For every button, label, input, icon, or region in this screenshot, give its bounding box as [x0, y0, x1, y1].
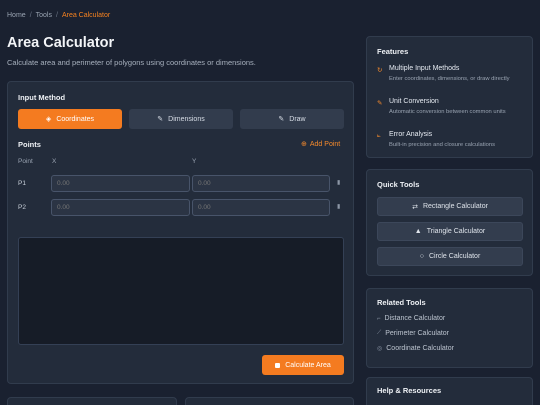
- related-tool-link[interactable]: ◎ Coordinate Calculator: [377, 345, 454, 352]
- circle-icon: ○: [419, 253, 424, 260]
- column-header-y: Y: [192, 158, 197, 165]
- calculate-label: Calculate Area: [285, 361, 331, 369]
- related-tool-link[interactable]: ⌐ Distance Calculator: [377, 315, 445, 322]
- swap-icon: ⇄: [412, 203, 418, 211]
- quick-tool-label: Rectangle Calculator: [422, 203, 488, 210]
- breadcrumb-home[interactable]: Home: [7, 12, 26, 19]
- quick-tool-label: Triangle Calculator: [426, 228, 486, 235]
- feature-title: Multiple Input Methods: [389, 65, 460, 72]
- plus-icon: ⊕: [301, 141, 307, 148]
- feature-desc: Enter coordinates, dimensions, or draw d…: [389, 76, 510, 82]
- features-title: Features: [377, 47, 409, 56]
- add-point-label: Add Point: [309, 140, 341, 148]
- distance-icon: ⌐: [377, 315, 381, 322]
- trash-icon[interactable]: ▮: [337, 203, 340, 210]
- help-resources-card: Help & Resources: [366, 377, 533, 405]
- related-tools-title: Related Tools: [377, 298, 426, 307]
- method-label: Coordinates: [56, 115, 95, 123]
- point-label: P2: [18, 204, 26, 211]
- p2-x-input[interactable]: [51, 199, 190, 216]
- related-tool-label: Coordinate Calculator: [386, 345, 454, 352]
- breadcrumb-tools[interactable]: Tools: [36, 12, 52, 19]
- column-header-point: Point: [18, 158, 33, 165]
- pencil-icon: ✎: [377, 100, 383, 107]
- chart-icon: ⟀: [377, 132, 381, 139]
- polygon-canvas[interactable]: [18, 237, 344, 345]
- breadcrumb-current: Area Calculator: [61, 12, 111, 19]
- p1-y-input[interactable]: [192, 175, 330, 192]
- points-title: Points: [18, 140, 41, 149]
- related-tools-card: Related Tools ⌐ Distance Calculator ⟋ Pe…: [366, 288, 533, 368]
- feature-desc: Automatic conversion between common unit…: [389, 109, 506, 115]
- help-title: Help & Resources: [377, 386, 442, 395]
- feature-desc: Built-in precision and closure calculati…: [389, 142, 496, 148]
- breadcrumb-separator: /: [29, 12, 32, 19]
- p2-y-input[interactable]: [192, 199, 330, 216]
- related-tool-label: Distance Calculator: [384, 315, 446, 322]
- method-draw-button[interactable]: ✎ Draw: [240, 109, 344, 129]
- calculator-icon: [275, 362, 281, 368]
- page-title: Area Calculator: [7, 35, 115, 51]
- circle-calculator-button[interactable]: ○ Circle Calculator: [377, 247, 523, 266]
- triangle-icon: ▲: [414, 228, 422, 235]
- quick-tools-card: Quick Tools ⇄ Rectangle Calculator ▲ Tri…: [366, 169, 533, 276]
- rectangle-calculator-button[interactable]: ⇄ Rectangle Calculator: [377, 197, 523, 216]
- related-tool-link[interactable]: ⟋ Perimeter Calculator: [377, 330, 449, 337]
- quick-tools-title: Quick Tools: [377, 180, 420, 189]
- ruler-icon: ✎: [157, 116, 164, 123]
- point-label: P1: [18, 180, 26, 187]
- breadcrumb-separator: /: [55, 12, 58, 19]
- calculate-area-button[interactable]: Calculate Area: [262, 355, 344, 375]
- column-header-x: X: [52, 158, 57, 165]
- results-card: [7, 397, 177, 405]
- target-icon: ◎: [377, 346, 383, 352]
- features-card: Features ↻ Multiple Input Methods Enter …: [366, 36, 533, 158]
- add-point-button[interactable]: ⊕ Add Point: [301, 140, 341, 149]
- trash-icon[interactable]: ▮: [337, 179, 340, 186]
- triangle-calculator-button[interactable]: ▲ Triangle Calculator: [377, 222, 523, 241]
- feature-title: Error Analysis: [389, 131, 433, 138]
- input-method-title: Input Method: [18, 93, 66, 102]
- details-card: [185, 397, 354, 405]
- quick-tool-label: Circle Calculator: [428, 253, 481, 260]
- crosshair-icon: ◈: [45, 116, 52, 123]
- perimeter-icon: ⟋: [377, 330, 382, 336]
- breadcrumb: Home / Tools / Area Calculator: [7, 12, 110, 19]
- refresh-icon: ↻: [377, 67, 383, 74]
- p1-x-input[interactable]: [51, 175, 190, 192]
- method-dimensions-button[interactable]: ✎ Dimensions: [129, 109, 233, 129]
- method-label: Dimensions: [168, 115, 205, 123]
- pencil-icon: ✎: [278, 116, 285, 123]
- calculator-card: Input Method ◈ Coordinates ✎ Dimensions …: [7, 81, 354, 384]
- method-label: Draw: [289, 115, 306, 123]
- method-coordinates-button[interactable]: ◈ Coordinates: [18, 109, 122, 129]
- page-subtitle: Calculate area and perimeter of polygons…: [7, 58, 256, 67]
- feature-title: Unit Conversion: [389, 98, 439, 105]
- related-tool-label: Perimeter Calculator: [385, 330, 450, 337]
